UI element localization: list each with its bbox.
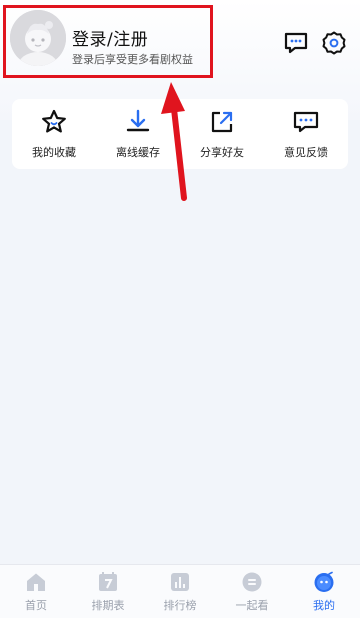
home-icon <box>25 571 47 593</box>
message-icon[interactable] <box>283 30 309 56</box>
share-friends-label: 分享好友 <box>200 146 244 159</box>
share-icon <box>208 108 236 136</box>
watch-together-icon <box>241 571 263 593</box>
share-friends-button[interactable]: 分享好友 <box>180 108 264 160</box>
calendar-icon <box>97 571 119 593</box>
favorites-button[interactable]: 我的收藏 <box>12 108 96 160</box>
feedback-label: 意见反馈 <box>284 146 328 159</box>
star-icon <box>40 108 68 136</box>
feedback-icon <box>292 108 320 136</box>
tab-home-label: 首页 <box>25 598 47 612</box>
tab-ranking[interactable]: 排行榜 <box>144 571 216 613</box>
tab-mine[interactable]: 我的 <box>288 571 360 613</box>
tab-watch-together-label: 一起看 <box>235 598 269 612</box>
tab-ranking-label: 排行榜 <box>163 598 197 612</box>
ranking-icon <box>169 571 191 593</box>
offline-cache-label: 离线缓存 <box>116 146 160 159</box>
tab-home[interactable]: 首页 <box>0 571 72 613</box>
quick-actions-card: 我的收藏 离线缓存 分享好友 意见反馈 <box>12 99 348 169</box>
mine-icon <box>313 571 335 593</box>
settings-icon[interactable] <box>321 30 347 56</box>
tab-schedule-label: 排期表 <box>91 598 125 612</box>
bottom-tab-bar: 首页 排期表 排行榜 一起看 我的 <box>0 564 360 618</box>
feedback-button[interactable]: 意见反馈 <box>264 108 348 160</box>
tab-schedule[interactable]: 排期表 <box>72 571 144 613</box>
download-icon <box>124 108 152 136</box>
offline-cache-button[interactable]: 离线缓存 <box>96 108 180 160</box>
profile-header: 登录/注册 登录后享受更多看剧权益 <box>0 0 360 90</box>
login-register-link[interactable]: 登录/注册 <box>72 25 148 50</box>
login-benefit-text: 登录后享受更多看剧权益 <box>72 53 193 66</box>
favorites-label: 我的收藏 <box>32 146 76 159</box>
tab-mine-label: 我的 <box>313 598 335 612</box>
tab-watch-together[interactable]: 一起看 <box>216 571 288 613</box>
avatar-icon[interactable] <box>10 10 66 66</box>
